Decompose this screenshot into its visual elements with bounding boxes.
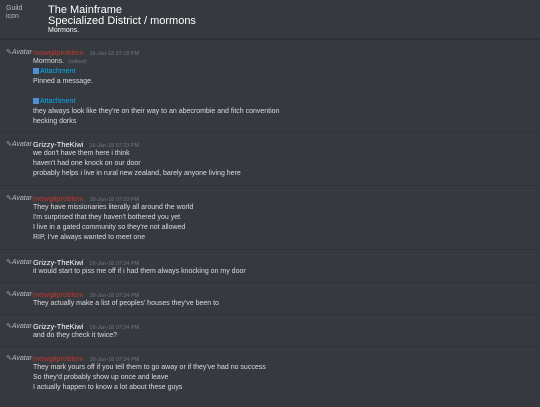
avatar[interactable]: ✎Avatar	[6, 355, 32, 367]
message-line: probably helps i live in rural new zeala…	[33, 170, 241, 177]
message-timestamp: 16-Jan-18 07:24 PM	[89, 357, 140, 363]
attachment-link[interactable]: Attachment	[33, 68, 75, 75]
message-line: They have missionaries literally all aro…	[33, 204, 194, 211]
message-line: Pinned a message.	[33, 78, 93, 85]
message-author: Grizzy-TheKiwi 16-Jan-18 07:24 PM	[33, 258, 139, 267]
author-name[interactable]: mowgliproblem	[33, 194, 83, 203]
message-line: Mormons. (edited)	[33, 58, 87, 65]
message-group: ✎Avatar mowgliproblem 16-Jan-18 07:24 PM …	[0, 282, 540, 315]
message-line: So they'd probably show up once and leav…	[33, 374, 169, 381]
message-line: they always look like they're on their w…	[33, 108, 280, 115]
message-group: ✎Avatar mowgliproblem 16-Jan-18 07:18 PM …	[0, 39, 540, 132]
message-author: Grizzy-TheKiwi 16-Jan-18 07:23 PM	[33, 140, 139, 149]
message-line: we don't have them here i think	[33, 150, 130, 157]
message-group: ✎Avatar Grizzy-TheKiwi 16-Jan-18 07:24 PM…	[0, 249, 540, 283]
avatar[interactable]: ✎Avatar	[6, 291, 32, 303]
message-timestamp: 16-Jan-18 07:23 PM	[89, 143, 140, 149]
message-author: mowgliproblem 16-Jan-18 07:24 PM	[33, 290, 139, 299]
message-line: and do they check it twice?	[33, 332, 118, 339]
channel-header: Guild icon The Mainframe Specialized Dis…	[0, 0, 540, 39]
guild-icon: Guild icon	[6, 5, 23, 20]
attachment-link[interactable]: Attachment	[33, 98, 75, 105]
avatar[interactable]: ✎Avatar	[6, 49, 32, 61]
image-icon	[33, 68, 39, 74]
channel-name: Specialized District / mormons	[48, 15, 196, 27]
author-name[interactable]: mowgliproblem	[33, 290, 83, 299]
message-author: mowgliproblem 16-Jan-18 07:23 PM	[33, 194, 139, 203]
message-timestamp: 16-Jan-18 07:24 PM	[89, 325, 140, 331]
message-author: Grizzy-TheKiwi 16-Jan-18 07:24 PM	[33, 322, 139, 331]
message-line: haven't had one knock on our door	[33, 160, 141, 167]
message-group: ✎Avatar mowgliproblem 16-Jan-18 07:23 PM …	[0, 185, 540, 250]
author-name[interactable]: mowgliproblem	[33, 48, 83, 57]
message-timestamp: 16-Jan-18 07:23 PM	[89, 197, 140, 203]
message-group: ✎Avatar mowgliproblem 16-Jan-18 07:24 PM …	[0, 346, 540, 407]
message-line: I live in a gated community so they're n…	[33, 224, 186, 231]
avatar[interactable]: ✎Avatar	[6, 141, 32, 153]
avatar[interactable]: ✎Avatar	[6, 259, 32, 271]
author-name[interactable]: Grizzy-TheKiwi	[33, 140, 83, 149]
edited-marker: (edited)	[68, 59, 87, 65]
message-timestamp: 16-Jan-18 07:24 PM	[89, 261, 140, 267]
message-line: They mark yours off if you tell them to …	[33, 364, 266, 371]
message-line: RIP, I've always wanted to meet one	[33, 234, 146, 241]
author-name[interactable]: mowgliproblem	[33, 354, 83, 363]
message-group: ✎Avatar Grizzy-TheKiwi 16-Jan-18 07:23 PM…	[0, 131, 540, 186]
message-line: it would start to piss me off if i had t…	[33, 268, 246, 275]
message-line: I actually happen to know a lot about th…	[33, 384, 183, 391]
message-timestamp: 16-Jan-18 07:24 PM	[89, 293, 140, 299]
image-icon	[33, 98, 39, 104]
message-author: mowgliproblem 16-Jan-18 07:24 PM	[33, 354, 139, 363]
avatar[interactable]: ✎Avatar	[6, 323, 32, 335]
author-name[interactable]: Grizzy-TheKiwi	[33, 258, 83, 267]
author-name[interactable]: Grizzy-TheKiwi	[33, 322, 83, 331]
avatar[interactable]: ✎Avatar	[6, 195, 32, 207]
message-line: They actually make a list of peoples' ho…	[33, 300, 219, 307]
message-line: hecking dorks	[33, 118, 77, 125]
channel-topic: Mormons.	[48, 27, 80, 34]
message-timestamp: 16-Jan-18 07:18 PM	[89, 51, 140, 57]
message-author: mowgliproblem 16-Jan-18 07:18 PM	[33, 48, 139, 57]
message-group: ✎Avatar Grizzy-TheKiwi 16-Jan-18 07:24 PM…	[0, 314, 540, 347]
message-line: I'm surprised that they haven't bothered…	[33, 214, 181, 221]
